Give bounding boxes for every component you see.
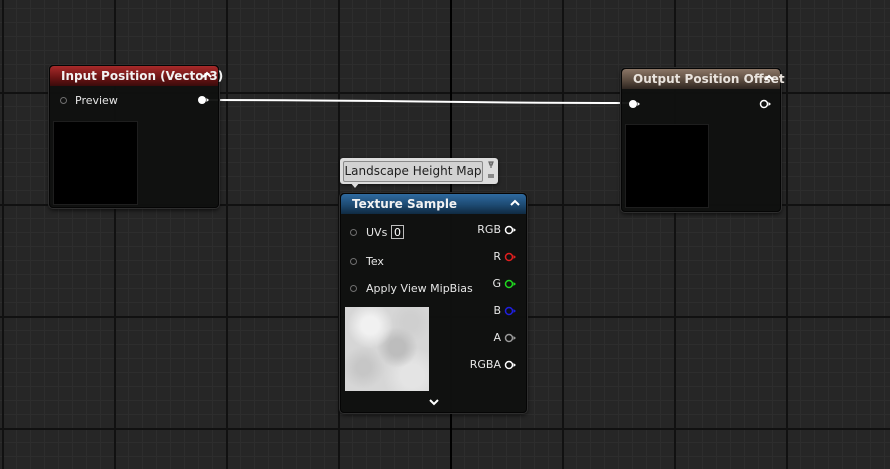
a-pin-label: A [493, 331, 501, 344]
comment-tail [350, 182, 360, 188]
pin-comment-icon[interactable] [487, 161, 495, 169]
node-title-output-offset: Output Position Offset [633, 72, 785, 86]
tex-input-pin[interactable] [350, 258, 357, 265]
uvs-input-pin[interactable] [350, 229, 357, 236]
chevron-up-icon[interactable] [764, 73, 774, 83]
rgb-output-pin-icon[interactable] [504, 225, 516, 235]
r-pin-label: R [493, 250, 501, 263]
g-output-pin-icon[interactable] [504, 279, 516, 289]
node-header-input-position[interactable]: Input Position (Vector3) [50, 66, 223, 86]
chevron-down-icon[interactable] [429, 398, 439, 406]
node-title-input-position: Input Position (Vector3) [61, 69, 224, 83]
node-output-position-offset[interactable]: Output Position Offset [621, 68, 785, 212]
node-texture-sample[interactable]: Texture Sample UVs 0 Tex Apply View MipB… [340, 193, 527, 413]
offset-preview-thumbnail [625, 124, 709, 208]
rgba-pin-label: RGBA [469, 358, 501, 371]
chevron-up-icon[interactable] [202, 70, 212, 80]
preview-pin-label: Preview [75, 94, 118, 107]
texture-preview-thumbnail [345, 307, 429, 391]
chevron-up-icon[interactable] [510, 198, 520, 208]
offset-input-pin-icon[interactable] [628, 99, 640, 109]
rgb-pin-label: RGB [477, 223, 501, 236]
comment-text[interactable]: Landscape Height Map [343, 161, 483, 182]
b-output-pin-icon[interactable] [504, 306, 516, 316]
uvs-pin-label: UVs [366, 226, 388, 239]
offset-output-pin-icon[interactable] [759, 99, 771, 109]
preview-output-pin-icon[interactable] [197, 95, 209, 105]
tex-pin-label: Tex [366, 255, 384, 268]
bubble-toggle-icon[interactable] [487, 172, 495, 180]
node-comment-bubble[interactable]: Landscape Height Map [340, 158, 498, 188]
uvs-index-field[interactable]: 0 [391, 225, 404, 239]
a-output-pin-icon[interactable] [504, 333, 516, 343]
node-title-texture-sample: Texture Sample [352, 197, 458, 211]
rgba-output-pin-icon[interactable] [504, 360, 516, 370]
mipbias-input-pin[interactable] [350, 285, 357, 292]
mipbias-pin-label: Apply View MipBias [366, 282, 473, 295]
node-header-output-offset[interactable]: Output Position Offset [622, 69, 785, 89]
preview-thumbnail [53, 121, 138, 205]
node-input-position[interactable]: Input Position (Vector3) Preview [49, 65, 223, 208]
node-header-texture-sample[interactable]: Texture Sample [341, 194, 526, 214]
g-pin-label: G [492, 277, 501, 290]
preview-input-pin[interactable] [60, 97, 67, 104]
b-pin-label: B [493, 304, 501, 317]
r-output-pin-icon[interactable] [504, 252, 516, 262]
wire-preview-to-offset[interactable] [206, 99, 635, 104]
